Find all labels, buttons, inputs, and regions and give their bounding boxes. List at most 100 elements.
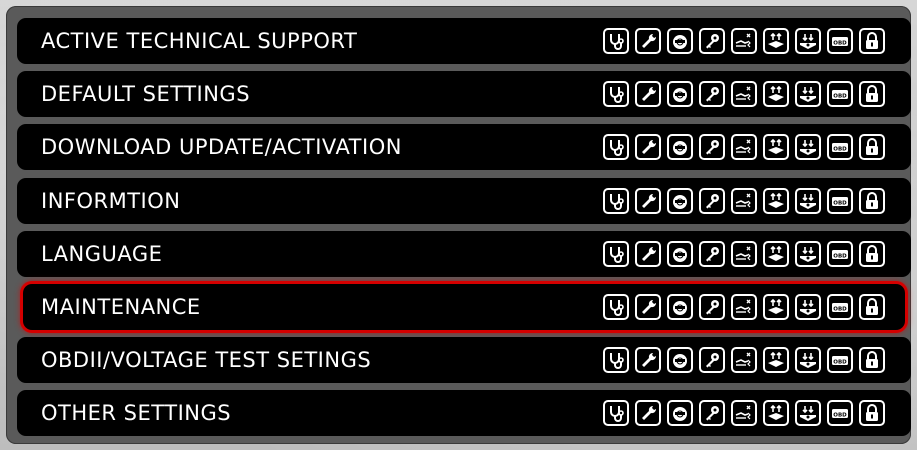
stethoscope-icon: [603, 81, 629, 108]
upload-arrows-icon: [763, 81, 789, 108]
wrench-icon: [635, 347, 661, 374]
upload-arrows-icon: [763, 347, 789, 374]
menu-item-other-settings[interactable]: OTHER SETTINGS OBD: [17, 390, 911, 437]
stethoscope-icon: [603, 400, 629, 427]
wrench-icon: [635, 240, 661, 267]
menu-item-icons: OBD: [603, 240, 885, 267]
menu-item-active-technical-support[interactable]: ACTIVE TECHNICAL SUPPORT OBD: [17, 18, 911, 64]
padlock-icon: [859, 187, 885, 214]
settings-menu-list: ACTIVE TECHNICAL SUPPORT OBD DEFAULT SET…: [17, 18, 911, 444]
key-icon: [699, 187, 725, 214]
menu-item-label: MAINTENANCE: [41, 294, 201, 319]
svg-text:OBD: OBD: [833, 413, 847, 419]
menu-item-label: ACTIVE TECHNICAL SUPPORT: [41, 29, 358, 53]
menu-item-maintenance[interactable]: MAINTENANCE OBD: [23, 283, 905, 330]
gauge-icon: [667, 347, 693, 374]
download-arrows-icon: [795, 347, 821, 374]
upload-arrows-icon: [763, 400, 789, 427]
hand-crash-icon: [731, 347, 757, 374]
svg-text:OBD: OBD: [833, 93, 847, 99]
hand-crash-icon: [731, 240, 757, 267]
gauge-icon: [667, 81, 693, 108]
key-icon: [699, 240, 725, 267]
download-arrows-icon: [795, 81, 821, 108]
upload-arrows-icon: [763, 240, 789, 267]
stethoscope-icon: [603, 187, 629, 214]
menu-item-label: OBDII/VOLTAGE TEST SETINGS: [41, 348, 372, 373]
hand-crash-icon: [731, 81, 757, 108]
menu-item-label: OTHER SETTINGS: [41, 401, 232, 426]
padlock-icon: [859, 347, 885, 374]
gauge-icon: [667, 240, 693, 267]
hand-crash-icon: [731, 134, 757, 161]
download-arrows-icon: [795, 187, 821, 214]
download-arrows-icon: [795, 240, 821, 267]
menu-item-icons: OBD: [603, 187, 885, 214]
wrench-icon: [635, 28, 661, 54]
gauge-icon: [667, 187, 693, 214]
stethoscope-icon: [603, 293, 629, 320]
key-icon: [699, 293, 725, 320]
gauge-icon: [667, 134, 693, 161]
svg-text:OBD: OBD: [833, 306, 847, 312]
wrench-icon: [635, 134, 661, 161]
menu-item-label: DOWNLOAD UPDATE/ACTIVATION: [41, 135, 402, 160]
key-icon: [699, 28, 725, 54]
svg-text:OBD: OBD: [833, 200, 847, 206]
gauge-icon: [667, 400, 693, 427]
key-icon: [699, 400, 725, 427]
menu-item-label: INFORMTION: [41, 188, 181, 213]
padlock-icon: [859, 81, 885, 108]
menu-item-language[interactable]: LANGUAGE OBD: [17, 230, 911, 277]
svg-text:OBD: OBD: [833, 359, 847, 365]
stethoscope-icon: [603, 240, 629, 267]
obd-engine-icon: OBD: [827, 240, 853, 267]
menu-item-obdii-voltage-test-settings[interactable]: OBDII/VOLTAGE TEST SETINGS OBD: [17, 337, 911, 384]
gauge-icon: [667, 28, 693, 54]
padlock-icon: [859, 400, 885, 427]
menu-item-icons: OBD: [603, 28, 885, 54]
wrench-icon: [635, 81, 661, 108]
key-icon: [699, 134, 725, 161]
hand-crash-icon: [731, 28, 757, 54]
obd-engine-icon: OBD: [827, 28, 853, 54]
stethoscope-icon: [603, 28, 629, 54]
menu-item-label: LANGUAGE: [41, 241, 163, 266]
upload-arrows-icon: [763, 293, 789, 320]
svg-text:OBD: OBD: [833, 147, 847, 153]
svg-text:OBD: OBD: [833, 253, 847, 259]
obd-engine-icon: OBD: [827, 81, 853, 108]
stethoscope-icon: [603, 347, 629, 374]
obd-engine-icon: OBD: [827, 293, 853, 320]
padlock-icon: [859, 28, 885, 54]
download-arrows-icon: [795, 28, 821, 54]
key-icon: [699, 347, 725, 374]
wrench-icon: [635, 293, 661, 320]
upload-arrows-icon: [763, 134, 789, 161]
padlock-icon: [859, 240, 885, 267]
padlock-icon: [859, 293, 885, 320]
upload-arrows-icon: [763, 187, 789, 214]
obd-engine-icon: OBD: [827, 187, 853, 214]
wrench-icon: [635, 187, 661, 214]
menu-item-label: DEFAULT SETTINGS: [41, 82, 251, 107]
menu-item-icons: OBD: [603, 293, 885, 320]
download-arrows-icon: [795, 400, 821, 427]
padlock-icon: [859, 134, 885, 161]
menu-item-default-settings[interactable]: DEFAULT SETTINGS OBD: [17, 71, 911, 118]
menu-item-information[interactable]: INFORMTION OBD: [17, 177, 911, 224]
obd-engine-icon: OBD: [827, 347, 853, 374]
menu-item-icons: OBD: [603, 400, 885, 427]
hand-crash-icon: [731, 400, 757, 427]
menu-item-icons: OBD: [603, 81, 885, 108]
menu-item-download-update-activation[interactable]: DOWNLOAD UPDATE/ACTIVATION OBD: [17, 124, 911, 171]
menu-item-icons: OBD: [603, 347, 885, 374]
key-icon: [699, 81, 725, 108]
wrench-icon: [635, 400, 661, 427]
menu-item-icons: OBD: [603, 134, 885, 161]
hand-crash-icon: [731, 187, 757, 214]
svg-text:OBD: OBD: [833, 40, 847, 46]
gauge-icon: [667, 293, 693, 320]
download-arrows-icon: [795, 134, 821, 161]
stethoscope-icon: [603, 134, 629, 161]
